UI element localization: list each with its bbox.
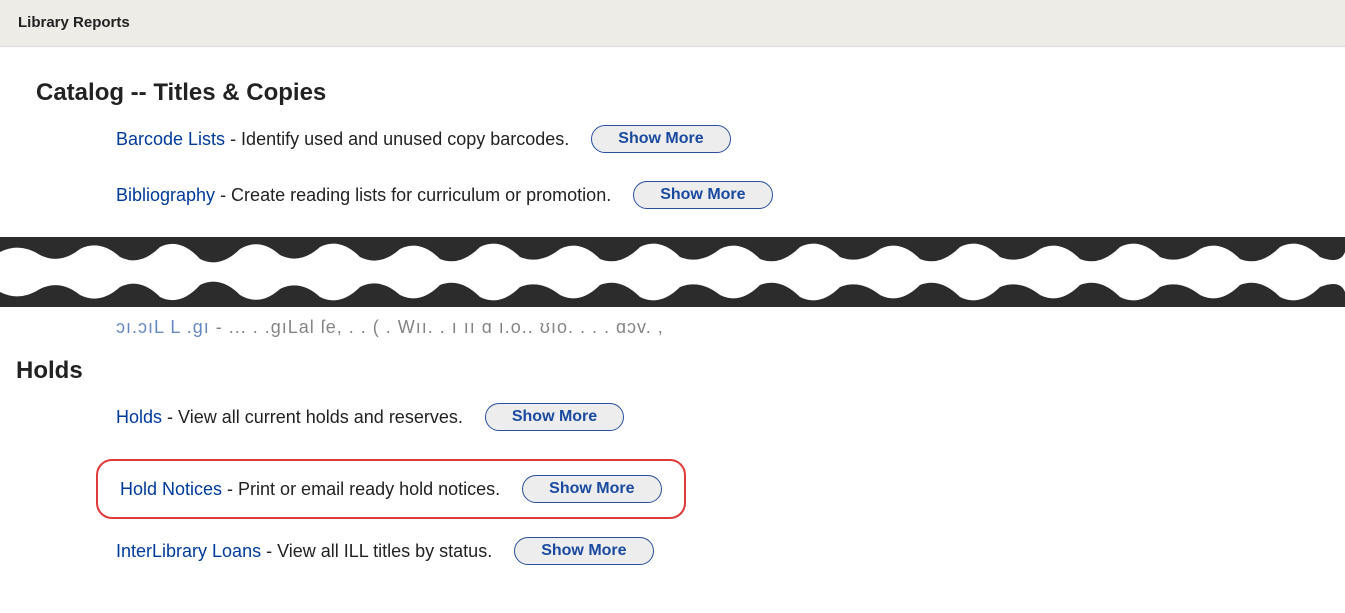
holds-link[interactable]: Holds [116, 407, 162, 427]
barcode-lists-link[interactable]: Barcode Lists [116, 129, 225, 149]
report-text: Hold Notices - Print or email ready hold… [120, 479, 500, 500]
page-title: Library Reports [18, 14, 130, 31]
torn-edge-top-icon [0, 237, 1345, 267]
report-row-bibliography: Bibliography - Create reading lists for … [116, 181, 1309, 209]
report-row-holds: Holds - View all current holds and reser… [116, 403, 1309, 431]
report-text: Bibliography - Create reading lists for … [116, 185, 611, 206]
bibliography-link[interactable]: Bibliography [116, 185, 215, 205]
hold-notices-desc: - Print or email ready hold notices. [222, 479, 500, 499]
show-more-button[interactable]: Show More [514, 537, 653, 565]
interlibrary-loans-link[interactable]: InterLibrary Loans [116, 541, 261, 561]
show-more-button[interactable]: Show More [485, 403, 624, 431]
report-text: Barcode Lists - Identify used and unused… [116, 129, 569, 150]
fragment-link: ɔı.ɔıL L .ɡı [116, 317, 210, 337]
fragment-text: - ... . .ɡıLal ſe, . . ( . Wıı. . ı ıı ɑ… [216, 317, 664, 337]
report-row-ill: InterLibrary Loans - View all ILL titles… [116, 537, 1309, 565]
show-more-button[interactable]: Show More [522, 475, 661, 503]
header-bar: Library Reports [0, 0, 1345, 47]
hold-notices-link[interactable]: Hold Notices [120, 479, 222, 499]
show-more-button[interactable]: Show More [591, 125, 730, 153]
content-area: Catalog -- Titles & Copies Barcode Lists… [0, 47, 1345, 613]
holds-heading: Holds [16, 357, 1309, 385]
torn-strip [0, 237, 1345, 307]
ill-desc: - View all ILL titles by status. [261, 541, 492, 561]
highlighted-row: Hold Notices - Print or email ready hold… [96, 459, 686, 519]
torn-edge-bottom-icon [0, 277, 1345, 307]
barcode-lists-desc: - Identify used and unused copy barcodes… [225, 129, 569, 149]
catalog-heading: Catalog -- Titles & Copies [36, 79, 1309, 107]
report-text: InterLibrary Loans - View all ILL titles… [116, 541, 492, 562]
holds-desc: - View all current holds and reserves. [162, 407, 463, 427]
report-row-barcode-lists: Barcode Lists - Identify used and unused… [116, 125, 1309, 153]
report-text: Holds - View all current holds and reser… [116, 407, 463, 428]
cut-off-report-row: ɔı.ɔıL L .ɡı - ... . .ɡıLal ſe, . . ( . … [116, 317, 1309, 339]
bibliography-desc: - Create reading lists for curriculum or… [215, 185, 611, 205]
show-more-button[interactable]: Show More [633, 181, 772, 209]
report-row-hold-notices: Hold Notices - Print or email ready hold… [120, 475, 662, 503]
